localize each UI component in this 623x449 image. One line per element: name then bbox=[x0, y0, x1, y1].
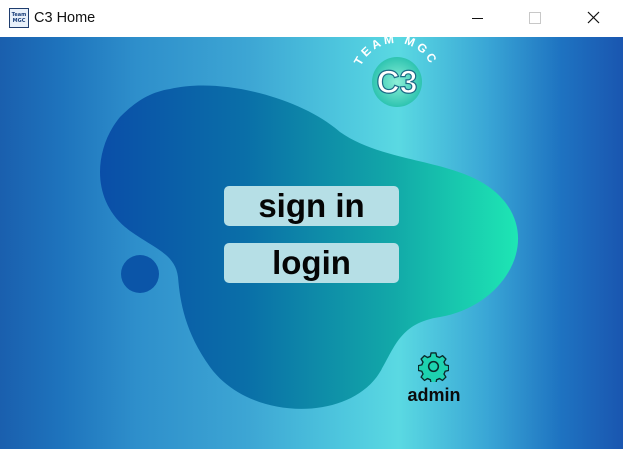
minimize-icon bbox=[472, 18, 483, 19]
main-content: TEAM MGC C3 sign in login admin bbox=[0, 37, 623, 449]
close-icon bbox=[587, 11, 600, 24]
app-icon-text-line2: MGC bbox=[12, 18, 26, 24]
login-button[interactable]: login bbox=[224, 243, 399, 283]
maximize-icon bbox=[529, 12, 541, 24]
app-window: Team MGC C3 Home TEAM MGC C3 sign in log… bbox=[0, 0, 623, 449]
title-bar: Team MGC C3 Home bbox=[0, 0, 623, 37]
window-title: C3 Home bbox=[34, 10, 96, 26]
admin-label[interactable]: admin bbox=[396, 385, 472, 405]
minimize-button[interactable] bbox=[449, 0, 507, 37]
team-mgc-logo: TEAM MGC C3 bbox=[351, 37, 438, 107]
small-blob bbox=[121, 255, 159, 293]
maximize-button[interactable] bbox=[506, 0, 564, 37]
close-button[interactable] bbox=[565, 0, 623, 37]
gear-icon[interactable] bbox=[418, 351, 449, 382]
app-icon: Team MGC bbox=[9, 8, 29, 28]
logo-center-text: C3 bbox=[377, 64, 418, 100]
sign-in-button[interactable]: sign in bbox=[224, 186, 399, 226]
